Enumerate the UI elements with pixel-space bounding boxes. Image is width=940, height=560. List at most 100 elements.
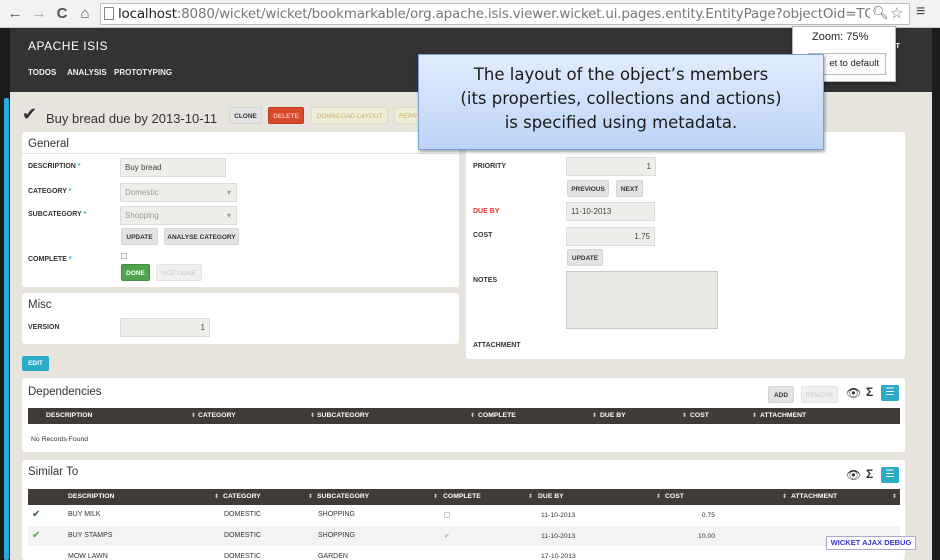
row-description[interactable]: BUY STAMPS	[68, 532, 112, 539]
wicket-ajax-debug-link[interactable]: WICKET AJAX DEBUG	[826, 536, 916, 550]
sort-icon[interactable]: ⬍	[433, 489, 438, 505]
col-category[interactable]: CATEGORY	[198, 408, 236, 424]
table-row[interactable]	[28, 526, 900, 546]
eye-icon[interactable]: 👁︎	[846, 386, 861, 400]
col-subcategory[interactable]: SUBCATEGORY	[317, 408, 369, 424]
not-done-button[interactable]: NOT DONE	[156, 264, 202, 281]
row-cost: 10.00	[697, 533, 715, 540]
clone-button[interactable]: CLONE	[229, 107, 262, 124]
sort-icon[interactable]: ⬍	[310, 408, 315, 424]
dependencies-table-header: DESCRIPTION ⬍ CATEGORY ⬍ SUBCATEGORY ⬍ C…	[28, 408, 900, 424]
browser-menu-icon[interactable]: ≡	[916, 3, 925, 21]
row-category: DOMESTIC	[224, 553, 261, 560]
col-complete[interactable]: COMPLETE	[443, 489, 481, 505]
delete-button[interactable]: DELETE	[268, 107, 304, 124]
col-due-by[interactable]: DUE BY	[538, 489, 564, 505]
cost-label: COST	[473, 232, 493, 239]
callout-line: is specified using metadata.	[504, 113, 738, 132]
complete-checkbox[interactable]	[121, 253, 127, 259]
list-view-icon[interactable]: ☰	[881, 385, 899, 401]
callout-line: (its properties, collections and actions…	[460, 89, 782, 108]
sigma-icon[interactable]: Σ	[866, 385, 873, 399]
zoom-level: Zoom: 75%	[812, 31, 869, 43]
due-by-label: DUE BY	[473, 208, 500, 215]
forward-icon[interactable]: →	[30, 4, 48, 24]
url-text[interactable]: localhost:8080/wicket/wicket/bookmarkabl…	[118, 6, 870, 22]
bookmark-star-icon[interactable]: ☆	[890, 4, 903, 22]
col-cost[interactable]: COST	[665, 489, 684, 505]
subcategory-select[interactable]: Shopping	[120, 206, 237, 225]
description-field[interactable]: Buy bread	[120, 158, 226, 177]
sort-icon[interactable]: ⬍	[308, 489, 313, 505]
checkmark-icon: ✔	[22, 104, 38, 124]
row-subcategory: SHOPPING	[318, 511, 355, 518]
home-icon[interactable]: ⌂	[76, 4, 94, 24]
row-due: 11-10-2013	[541, 512, 576, 519]
row-icon: ✔	[32, 530, 41, 541]
next-button[interactable]: NEXT	[616, 180, 643, 197]
col-complete[interactable]: COMPLETE	[478, 408, 516, 424]
divider	[22, 153, 459, 154]
dependencies-title: Dependencies	[28, 386, 102, 398]
eye-icon[interactable]: 👁︎	[846, 468, 861, 482]
update-category-button[interactable]: UPDATE	[121, 228, 158, 245]
table-row[interactable]	[28, 505, 900, 526]
priority-label: PRIORITY	[473, 163, 507, 170]
sort-icon[interactable]: ⬍	[592, 408, 597, 424]
sort-icon[interactable]: ⬍	[752, 408, 757, 424]
col-subcategory[interactable]: SUBCATEGORY	[317, 489, 369, 505]
sort-icon[interactable]: ⬍	[892, 489, 897, 505]
category-label: CATEGORY *	[28, 188, 72, 195]
sort-icon[interactable]: ⬍	[682, 408, 687, 424]
table-row[interactable]: MOW LAWN DOMESTIC GARDEN 17-10-2013	[28, 546, 900, 560]
back-icon[interactable]: ←	[6, 4, 24, 24]
notes-label: NOTES	[473, 277, 498, 284]
col-description[interactable]: DESCRIPTION	[46, 408, 92, 424]
list-view-icon[interactable]: ☰	[881, 467, 899, 483]
brand-logo[interactable]: APACHE ISIS	[28, 39, 108, 53]
previous-button[interactable]: PREVIOUS	[567, 180, 609, 197]
sigma-icon[interactable]: Σ	[866, 467, 873, 481]
row-description[interactable]: BUY MILK	[68, 511, 101, 518]
sort-icon[interactable]: ⬍	[782, 489, 787, 505]
done-button[interactable]: DONE	[121, 264, 150, 281]
add-button[interactable]: ADD	[768, 386, 794, 403]
row-description[interactable]: MOW LAWN	[68, 553, 108, 560]
sort-icon[interactable]: ⬍	[528, 489, 533, 505]
sort-icon[interactable]: ⬍	[470, 408, 475, 424]
zoom-icon[interactable]: 🔍︎	[872, 5, 889, 21]
due-by-field[interactable]: 11-10-2013	[566, 202, 655, 221]
sort-icon[interactable]: ⬍	[191, 408, 196, 424]
sort-icon[interactable]: ⬍	[656, 489, 661, 505]
general-title: General	[28, 138, 69, 150]
col-attachment[interactable]: ATTACHMENT	[791, 489, 837, 505]
update-cost-button[interactable]: UPDATE	[567, 249, 603, 266]
download-layout-button[interactable]: DOWNLOAD LAYOUT	[311, 107, 388, 124]
left-accent-bar	[4, 98, 9, 560]
col-category[interactable]: CATEGORY	[223, 489, 261, 505]
remove-button[interactable]: REMOVE	[801, 386, 838, 403]
reload-icon[interactable]: C	[53, 4, 71, 24]
general-panel	[22, 132, 459, 287]
complete-label: COMPLETE *	[28, 256, 72, 263]
version-field: 1	[120, 318, 210, 337]
cost-field[interactable]: 1.75	[566, 227, 655, 246]
col-due-by[interactable]: DUE BY	[600, 408, 626, 424]
row-due: 17-10-2013	[541, 553, 576, 560]
row-due: 11-10-2013	[541, 533, 576, 540]
row-complete-checkbox	[444, 512, 450, 518]
category-select[interactable]: Domestic	[120, 183, 237, 202]
sort-icon[interactable]: ⬍	[214, 489, 219, 505]
col-attachment[interactable]: ATTACHMENT	[760, 408, 806, 424]
analyse-category-button[interactable]: ANALYSE CATEGORY	[164, 228, 239, 245]
nav-analysis[interactable]: ANALYSIS	[67, 68, 107, 77]
edit-button[interactable]: EDIT	[22, 356, 49, 371]
col-description[interactable]: DESCRIPTION	[68, 489, 114, 505]
nav-prototyping[interactable]: PROTOTYPING	[114, 68, 172, 77]
col-cost[interactable]: COST	[690, 408, 709, 424]
subcategory-label: SUBCATEGORY *	[28, 211, 87, 218]
notes-textarea[interactable]	[566, 271, 718, 329]
nav-todos[interactable]: TODOS	[28, 68, 56, 77]
row-icon: ✔	[32, 509, 41, 520]
misc-panel	[22, 293, 459, 344]
